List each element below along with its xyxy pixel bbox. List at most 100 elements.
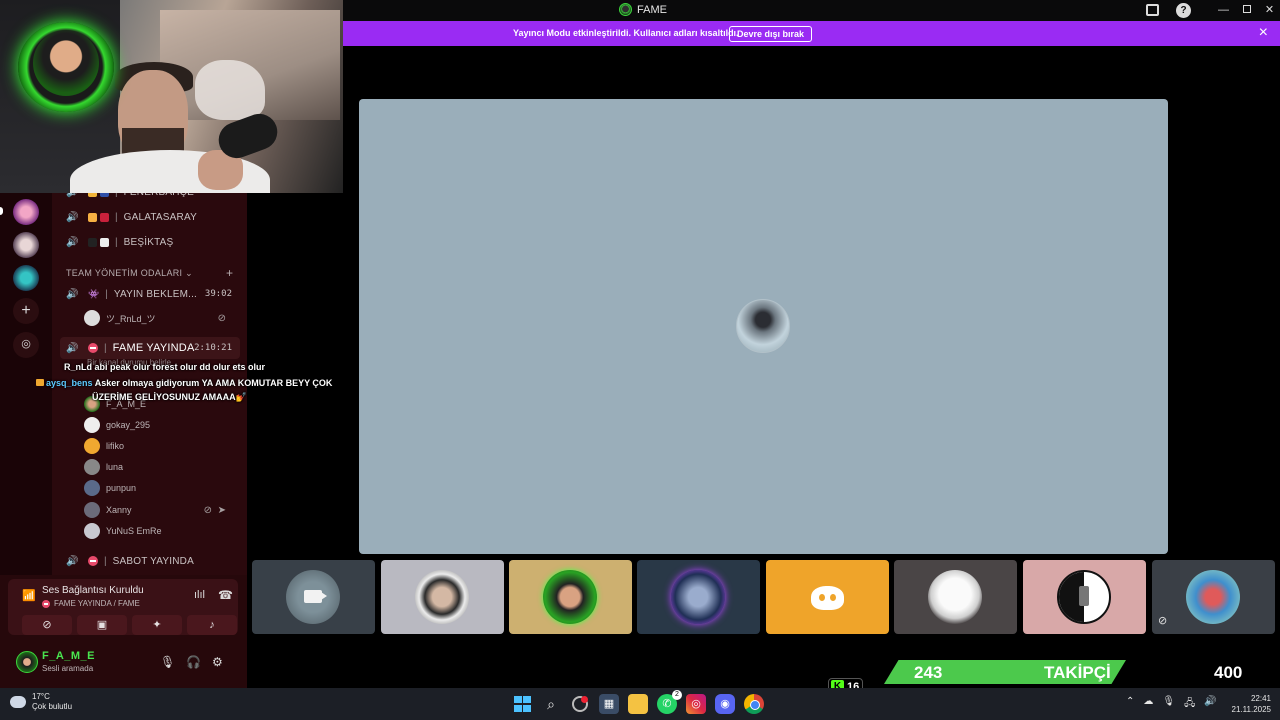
deafened-icon: ⊘ xyxy=(203,504,212,516)
speaker-icon: 🔊 xyxy=(66,555,79,567)
channel-name: GALATASARAY xyxy=(123,211,197,223)
maximize-button[interactable] xyxy=(1239,3,1254,18)
minimize-button[interactable]: — xyxy=(1216,3,1231,18)
weather-desc: Çok bulutlu xyxy=(32,702,73,711)
discord-icon[interactable]: ◉ xyxy=(715,694,735,714)
system-tray: ⌃ ☁ 🎙 🖧 🔊 xyxy=(1126,696,1217,713)
signal-icon[interactable]: 📶 xyxy=(22,589,36,602)
chat-message: aysq_bens Asker olmaya gidiyorum YA AMA … xyxy=(36,378,332,388)
participant-tile[interactable] xyxy=(252,560,375,634)
discover-icon[interactable]: ◎ xyxy=(13,332,39,358)
channel-timer: 39:02 xyxy=(204,289,232,299)
participant-tile[interactable] xyxy=(509,560,632,634)
voice-user[interactable]: punpun xyxy=(84,478,234,498)
chevron-up-icon[interactable]: ⌃ xyxy=(1126,696,1134,713)
activities-button[interactable]: ✦ xyxy=(132,615,182,635)
add-channel-icon[interactable]: + xyxy=(226,266,233,280)
participant-tile[interactable] xyxy=(381,560,504,634)
chat-text: ÜZERİME GELİYOSUNUZ AMAAA💅 xyxy=(92,392,247,402)
banner-close-icon[interactable]: × xyxy=(1259,24,1268,42)
voice-location[interactable]: FAME YAYINDA / FAME xyxy=(42,599,140,608)
follower-label: TAKİPÇİ xyxy=(1044,663,1111,682)
speaker-icon: 🔊 xyxy=(66,236,79,248)
network-icon[interactable]: 🖧 xyxy=(1184,696,1195,713)
search-icon[interactable]: ⌕ xyxy=(541,694,561,714)
chrome-icon[interactable] xyxy=(744,694,764,714)
voice-channel-fame-live[interactable]: 🔊 | FAME YAYINDA 2:10:21 xyxy=(60,337,240,359)
participant-tile[interactable]: ⊘ xyxy=(1152,560,1275,634)
participant-tile[interactable] xyxy=(637,560,760,634)
avatar xyxy=(671,570,725,624)
server-icon[interactable] xyxy=(13,265,39,291)
server-logo-icon xyxy=(619,3,632,16)
category-header[interactable]: TEAM YÖNETİM ODALARI ⌄ xyxy=(66,268,193,279)
streamer-mode-banner: Yayıncı Modu etkinleştirildi. Kullanıcı … xyxy=(343,21,1280,46)
disable-streamer-mode-button[interactable]: Devre dışı bırak xyxy=(729,26,813,42)
add-server-icon[interactable]: + xyxy=(13,298,39,324)
speaker-icon: 🔊 xyxy=(66,288,79,300)
clock[interactable]: 22:41 21.11.2025 xyxy=(1229,693,1271,715)
clock-time: 22:41 xyxy=(1250,694,1271,703)
recording-icon xyxy=(581,696,588,703)
sub-badge-icon xyxy=(36,379,44,386)
instagram-icon[interactable]: ◎ xyxy=(686,694,706,714)
voice-user[interactable]: ツ_RnLd_ツ ⊘ xyxy=(84,308,234,328)
voice-channel-sabot[interactable]: 🔊 | SABOT YAYINDA xyxy=(60,550,240,572)
team-color-icon xyxy=(100,212,109,222)
avatar xyxy=(84,523,100,539)
voice-user[interactable]: Xanny ⊘ ➤ xyxy=(84,500,234,520)
microphone-icon[interactable]: 🎙 xyxy=(1162,696,1175,713)
voice-user[interactable]: lifiko xyxy=(84,436,234,456)
team-color-icon xyxy=(88,212,97,222)
voice-panel: 📶 Ses Bağlantısı Kuruldu FAME YAYINDA / … xyxy=(0,575,247,688)
voice-status: Ses Bağlantısı Kuruldu xyxy=(42,585,144,596)
voice-connection-box: 📶 Ses Bağlantısı Kuruldu FAME YAYINDA / … xyxy=(8,579,238,635)
cloud-icon[interactable]: ☁ xyxy=(1143,696,1153,713)
focused-participant-tile[interactable] xyxy=(359,99,1168,554)
speaker-icon: 🔊 xyxy=(66,211,79,223)
follower-count: 243 xyxy=(914,663,943,682)
taskbar: 17°C Çok bulutlu ⌕ ▦ ✆ 2 ◎ ◉ ⌃ ☁ 🎙 🖧 🔊 22… xyxy=(0,688,1280,720)
streamer-avatar xyxy=(33,30,99,96)
file-explorer-icon[interactable] xyxy=(628,694,648,714)
obs-icon[interactable] xyxy=(572,696,588,712)
voice-user[interactable]: luna xyxy=(84,457,234,477)
participant-tile[interactable] xyxy=(766,560,889,634)
camera-off-button[interactable]: ⊘ xyxy=(22,615,72,635)
voice-channel-waiting[interactable]: 🔊 👾 | YAYIN BEKLEM... 39:02 xyxy=(60,283,240,305)
avatar xyxy=(415,570,469,624)
help-icon[interactable]: ? xyxy=(1176,3,1191,18)
chat-username: R_nLd xyxy=(64,362,92,372)
participant-tile[interactable] xyxy=(894,560,1017,634)
server-icon[interactable] xyxy=(13,232,39,258)
participant-tile[interactable] xyxy=(1023,560,1146,634)
follower-goal: 400 xyxy=(1214,663,1243,682)
screen-share-button[interactable]: ▣ xyxy=(77,615,127,635)
volume-icon[interactable]: 🔊 xyxy=(1204,696,1216,713)
gear-icon[interactable]: ⚙ xyxy=(212,655,223,669)
voice-channel-besiktas[interactable]: 🔊 | BEŞİKTAŞ xyxy=(60,231,240,253)
voice-user-name: gokay_295 xyxy=(106,420,151,430)
soundboard-button[interactable]: ♪ xyxy=(187,615,237,635)
inbox-icon[interactable] xyxy=(1146,4,1159,16)
deafened-icon: ⊘ xyxy=(1158,615,1168,627)
calculator-icon[interactable]: ▦ xyxy=(599,694,619,714)
voice-user[interactable]: YuNuS EmRe xyxy=(84,521,234,541)
microphone-icon[interactable]: 🎙 xyxy=(160,655,175,669)
close-window-button[interactable]: ✕ xyxy=(1262,3,1277,18)
chat-username: aysq_bens xyxy=(46,378,93,388)
live-icon xyxy=(42,599,50,608)
whatsapp-icon[interactable]: ✆ 2 xyxy=(657,690,682,714)
disconnect-icon[interactable]: ☎ xyxy=(218,588,233,602)
headphones-icon[interactable]: 🎧 xyxy=(186,655,201,669)
voice-channel-galatasaray[interactable]: 🔊 | GALATASARAY xyxy=(60,206,240,228)
avatar[interactable] xyxy=(16,651,38,673)
chat-text: Asker olmaya gidiyorum YA AMA KOMUTAR BE… xyxy=(94,378,333,388)
voice-user[interactable]: gokay_295 xyxy=(84,415,234,435)
start-button[interactable] xyxy=(512,694,532,714)
weather-widget[interactable]: 17°C Çok bulutlu xyxy=(10,692,72,712)
webcam-feed xyxy=(0,0,343,193)
noise-suppression-icon[interactable]: ılıl xyxy=(194,589,205,601)
server-icon[interactable] xyxy=(13,199,39,225)
user-name[interactable]: F_A_M_E xyxy=(42,650,95,662)
